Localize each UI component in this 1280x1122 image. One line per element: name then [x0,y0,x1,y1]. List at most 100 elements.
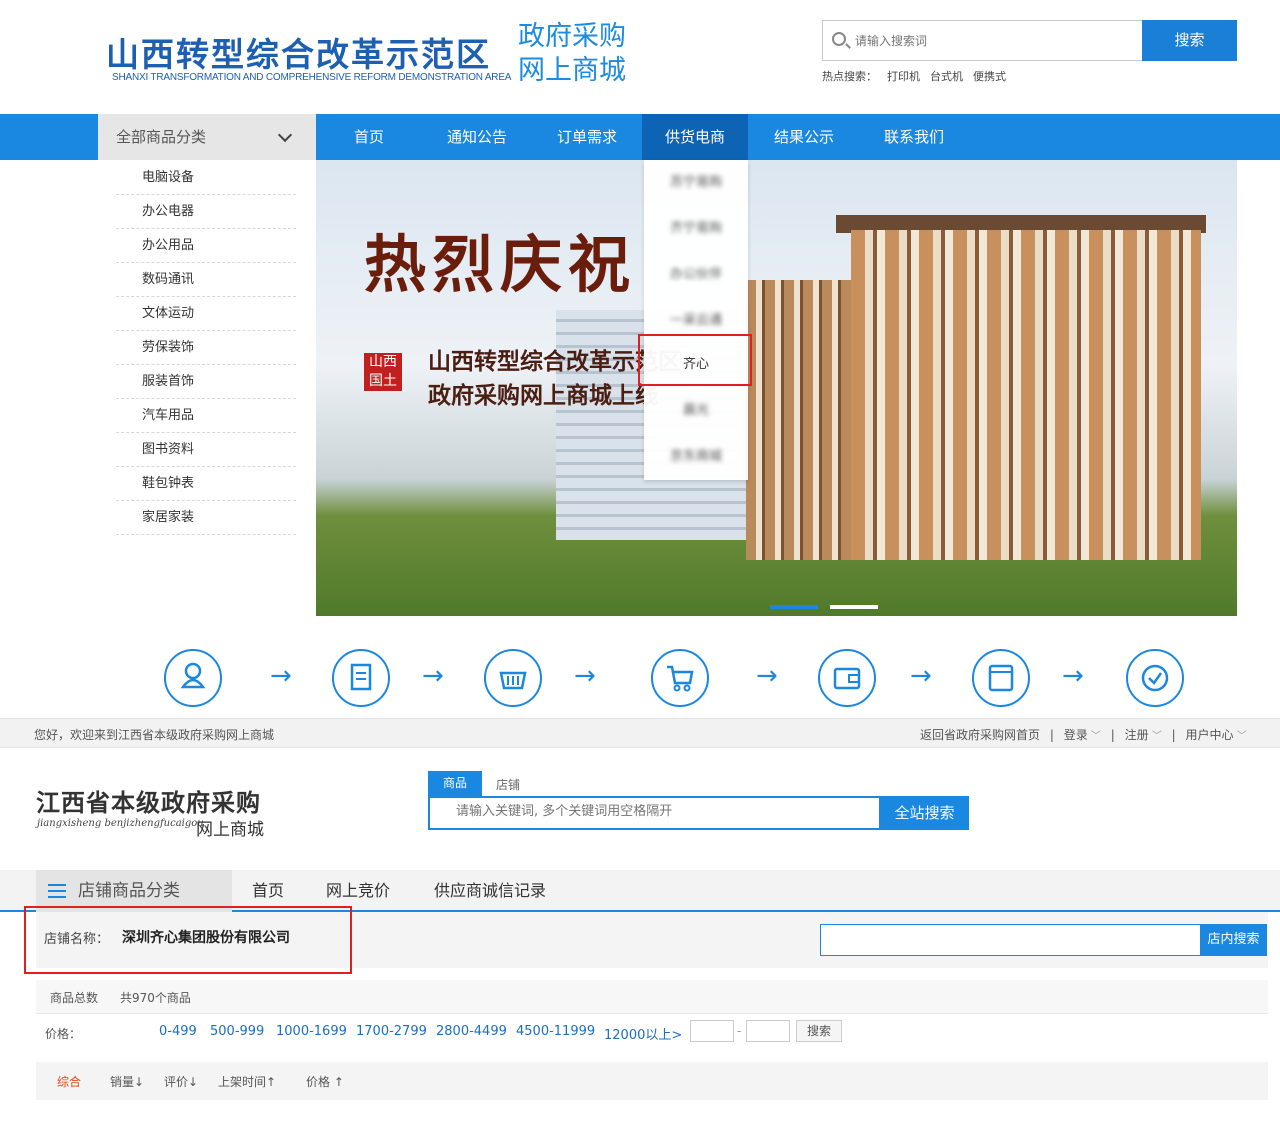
price-range[interactable]: 1700-2799 [356,1024,427,1039]
nav-contact[interactable]: 联系我们 [858,114,970,160]
category-item[interactable]: 图书资料 [116,433,296,467]
dropdown-item[interactable]: 齐宁易购 [644,206,748,252]
search-tab-shop[interactable]: 店铺 [496,776,520,793]
price-max-input[interactable] [746,1020,790,1042]
menu-icon [48,884,66,898]
link-user-center[interactable]: 用户中心 [1186,728,1234,742]
site1-search-input[interactable] [855,30,1125,52]
nav-results[interactable]: 结果公示 [750,114,858,160]
banner-building [851,230,1201,560]
banner-seal: 山西 国土 [364,353,402,391]
price-range[interactable]: 0-499 [159,1024,197,1039]
category-item[interactable]: 家居家装 [116,501,296,535]
nav-suppliers[interactable]: 供货电商 [642,114,748,160]
user-icon [164,649,222,707]
sort-rating[interactable]: 评价↓ [164,1073,198,1090]
nav-orders[interactable]: 订单需求 [532,114,642,160]
category-item[interactable]: 办公电器 [116,195,296,229]
shop-search-input[interactable] [820,924,1201,956]
site2-search-input[interactable] [456,804,856,819]
carousel-dot[interactable] [830,605,878,609]
nav-notices[interactable]: 通知公告 [422,114,532,160]
site2-search-box[interactable] [428,796,881,830]
link-register[interactable]: 注册 [1125,728,1149,742]
dropdown-item[interactable]: 办公伙伴 [644,252,748,298]
document-icon [332,649,390,707]
sort-listing-time[interactable]: 上架时间↑ [218,1073,276,1090]
site2-top-links: 返回省政府采购网首页 | 登录 ﹀ | 注册 ﹀ | 用户中心 ﹀ [920,728,1247,742]
hot-search: 热点搜索： 打印机 台式机 便携式 [822,70,1006,83]
site1-logo[interactable]: 山西转型综合改革示范区 [106,28,491,76]
dropdown-item[interactable]: 晨光 [644,388,748,434]
category-item[interactable]: 文体运动 [116,297,296,331]
site1-search-button[interactable]: 搜索 [1142,20,1237,61]
site1-logo-english: SHANXI TRANSFORMATION AND COMPREHENSIVE … [112,72,512,83]
arrow-icon: → [1062,661,1084,691]
supplier-dropdown: 苏宁易购 齐宁易购 办公伙伴 一采云通 齐心 晨光 京东商城 [644,160,748,480]
arrow-icon: → [422,661,444,691]
nav2-credit-record[interactable]: 供应商诚信记录 [434,870,546,912]
link-return-home[interactable]: 返回省政府采购网首页 [920,728,1040,742]
hot-search-item[interactable]: 打印机 [887,70,920,83]
site2-logo-pinyin: jiangxisheng benjizhengfucaigou [37,818,204,829]
sort-comprehensive[interactable]: 综合 [57,1073,81,1090]
box-icon [972,649,1030,707]
price-label: 价格： [45,1027,82,1041]
wallet-icon [818,649,876,707]
chevron-down-icon [277,127,293,143]
basket-icon [484,649,542,707]
price-range[interactable]: 4500-11999 [516,1024,595,1039]
category-item[interactable]: 鞋包钟表 [116,467,296,501]
count-label: 商品总数 [50,991,99,1005]
banner-line2: 政府采购网上商城上线 [428,382,658,409]
count-bar [36,980,1268,1014]
price-range[interactable]: 1000-1699 [276,1024,347,1039]
arrow-icon: → [910,661,932,691]
price-range[interactable]: 500-999 [210,1024,264,1039]
category-item[interactable]: 劳保装饰 [116,331,296,365]
site-search-button[interactable]: 全站搜索 [880,796,969,830]
category-item[interactable]: 数码通讯 [116,263,296,297]
arrow-icon: → [574,661,596,691]
arrow-icon: → [756,661,778,691]
price-dash: - [737,1024,742,1038]
site2-logo[interactable]: 江西省本级政府采购 [36,783,261,818]
banner-title: 热烈庆祝 [364,228,637,301]
dropdown-item[interactable]: 苏宁易购 [644,160,748,206]
search-icon [832,32,846,46]
category-item[interactable]: 办公用品 [116,229,296,263]
hot-search-item[interactable]: 便携式 [973,70,1006,83]
hot-search-item[interactable]: 台式机 [930,70,963,83]
count-value: 共970个商品 [120,991,191,1005]
site1-search-box[interactable] [822,20,1143,61]
category-item[interactable]: 电脑设备 [116,161,296,195]
price-range[interactable]: 12000以上> [604,1024,682,1043]
site1-logo-subtitle: 政府采购 网上商城 [518,21,626,86]
arrow-icon: → [270,661,292,691]
carousel-dots [770,598,890,613]
search-tab-goods[interactable]: 商品 [428,771,482,796]
sort-sales[interactable]: 销量↓ [110,1073,144,1090]
check-icon [1126,649,1184,707]
price-range[interactable]: 2800-4499 [436,1024,507,1039]
cart-icon [651,649,709,707]
price-search-button[interactable]: 搜索 [796,1020,842,1042]
welcome-text: 您好，欢迎来到江西省本级政府采购网上商城 [34,728,275,742]
hero-banner[interactable]: 热烈庆祝 山西 国土 山西转型综合改革示范区 政府采购网上商城上线 [316,160,1237,616]
highlight-box-shop [24,906,352,974]
sort-price[interactable]: 价格 ↑ [306,1073,344,1090]
process-steps: → → → → → → [98,636,1237,720]
link-login[interactable]: 登录 [1064,728,1088,742]
category-item[interactable]: 服装首饰 [116,365,296,399]
highlight-box-qixin [638,334,752,386]
nav-home[interactable]: 首页 [316,114,422,160]
carousel-dot-active[interactable] [770,605,818,609]
category-list: 电脑设备 办公电器 办公用品 数码通讯 文体运动 劳保装饰 服装首饰 汽车用品 … [98,160,316,616]
category-item[interactable]: 汽车用品 [116,399,296,433]
site2-logo-sub: 网上商城 [196,820,264,840]
all-categories-toggle[interactable]: 全部商品分类 [98,114,316,160]
price-min-input[interactable] [690,1020,734,1042]
shop-search-button[interactable]: 店内搜索 [1200,924,1267,956]
dropdown-item[interactable]: 京东商城 [644,434,748,480]
banner-building-side [746,280,856,560]
